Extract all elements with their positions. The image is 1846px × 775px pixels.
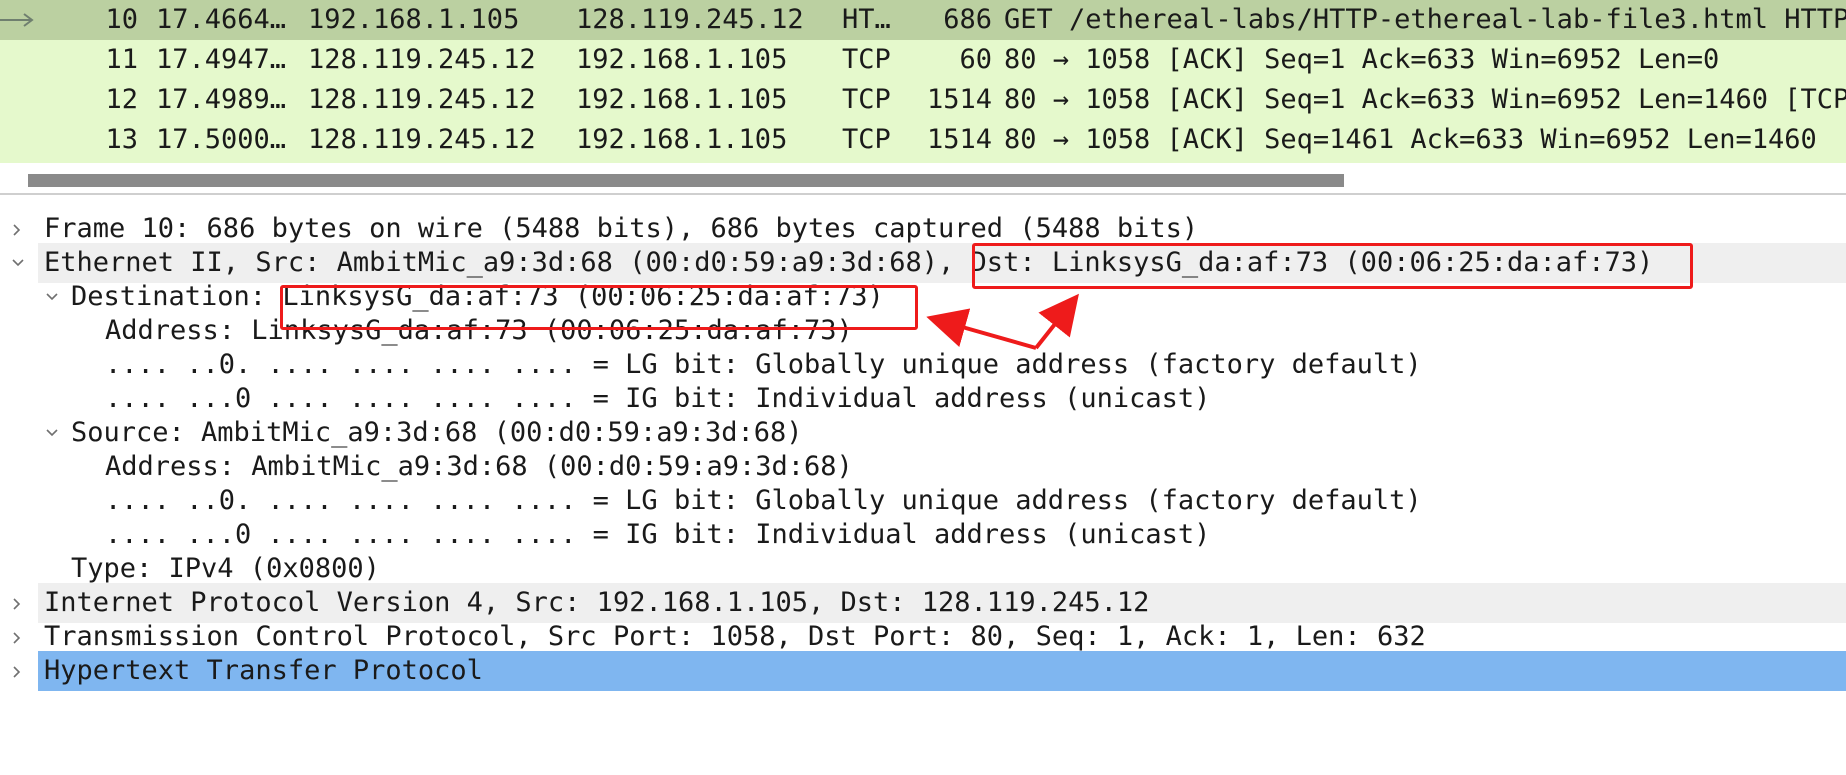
packet-details-tree: Frame 10: 686 bytes on wire (5488 bits),… (0, 209, 1846, 775)
packet-list: 13 17.5000… 128.119.245.12 192.168.1.105 TCP… (0, 0, 1846, 163)
packet-len: 60 (959, 44, 992, 75)
packet-time: 17.4947… (156, 44, 287, 75)
packet-row[interactable]: 13 17.5000… 128.119.245.12 192.168.1.105 TCP… (0, 120, 1846, 160)
packet-time: 17.5000… (156, 124, 287, 155)
packet-info: GET /ethereal-labs/HTTP-ethereal-lab-fil… (1004, 4, 1846, 35)
pane-divider[interactable] (0, 193, 1846, 195)
packet-time: 17.4989… (156, 84, 287, 115)
packet-dst: 192.168.1.105 (576, 44, 788, 75)
packet-no: 13 (105, 124, 138, 155)
chevron-right-icon[interactable] (8, 651, 30, 691)
packet-info: 80 → 1058 [ACK] Seq=1461 Ack=633 Win=695… (1004, 124, 1817, 155)
packet-row[interactable]: 10 17.4664… 192.168.1.105 128.119.245.12 HT…… (0, 0, 1846, 40)
packet-row[interactable]: 12 17.4989… 128.119.245.12 192.168.1.105 TCP… (0, 80, 1846, 120)
packet-src: 192.168.1.105 (308, 4, 520, 35)
scrollbar-thumb[interactable] (28, 174, 1344, 187)
packet-len: 1514 (926, 84, 992, 115)
packet-src: 128.119.245.12 (308, 84, 536, 115)
packet-no: 10 (105, 4, 138, 35)
tree-row-label-area: Hypertext Transfer Protocol (38, 651, 1846, 691)
packet-list-scrollbar[interactable] (0, 163, 1846, 193)
packet-time: 17.4664… (156, 4, 287, 35)
tree-row[interactable]: Hypertext Transfer Protocol (0, 651, 1846, 691)
packet-no: 11 (105, 44, 138, 75)
packet-info: 80 → 1058 [ACK] Seq=1 Ack=633 Win=6952 L… (1004, 44, 1720, 75)
packet-no: 12 (105, 84, 138, 115)
arrow-right-icon (0, 13, 34, 27)
packet-row[interactable]: 11 17.4947… 128.119.245.12 192.168.1.105 TCP… (0, 40, 1846, 80)
packet-len: 1514 (926, 124, 992, 155)
packet-info: 80 → 1058 [ACK] Seq=1 Ack=633 Win=6952 L… (1004, 84, 1846, 115)
packet-len: 686 (943, 4, 992, 35)
packet-src: 128.119.245.12 (308, 124, 536, 155)
packet-src: 128.119.245.12 (308, 44, 536, 75)
tree-row-text: Hypertext Transfer Protocol (44, 655, 483, 686)
packet-dst: 192.168.1.105 (576, 124, 788, 155)
packet-dst: 192.168.1.105 (576, 84, 788, 115)
packet-dst: 128.119.245.12 (576, 4, 804, 35)
wireshark-window: 13 17.5000… 128.119.245.12 192.168.1.105 TCP… (0, 0, 1846, 775)
